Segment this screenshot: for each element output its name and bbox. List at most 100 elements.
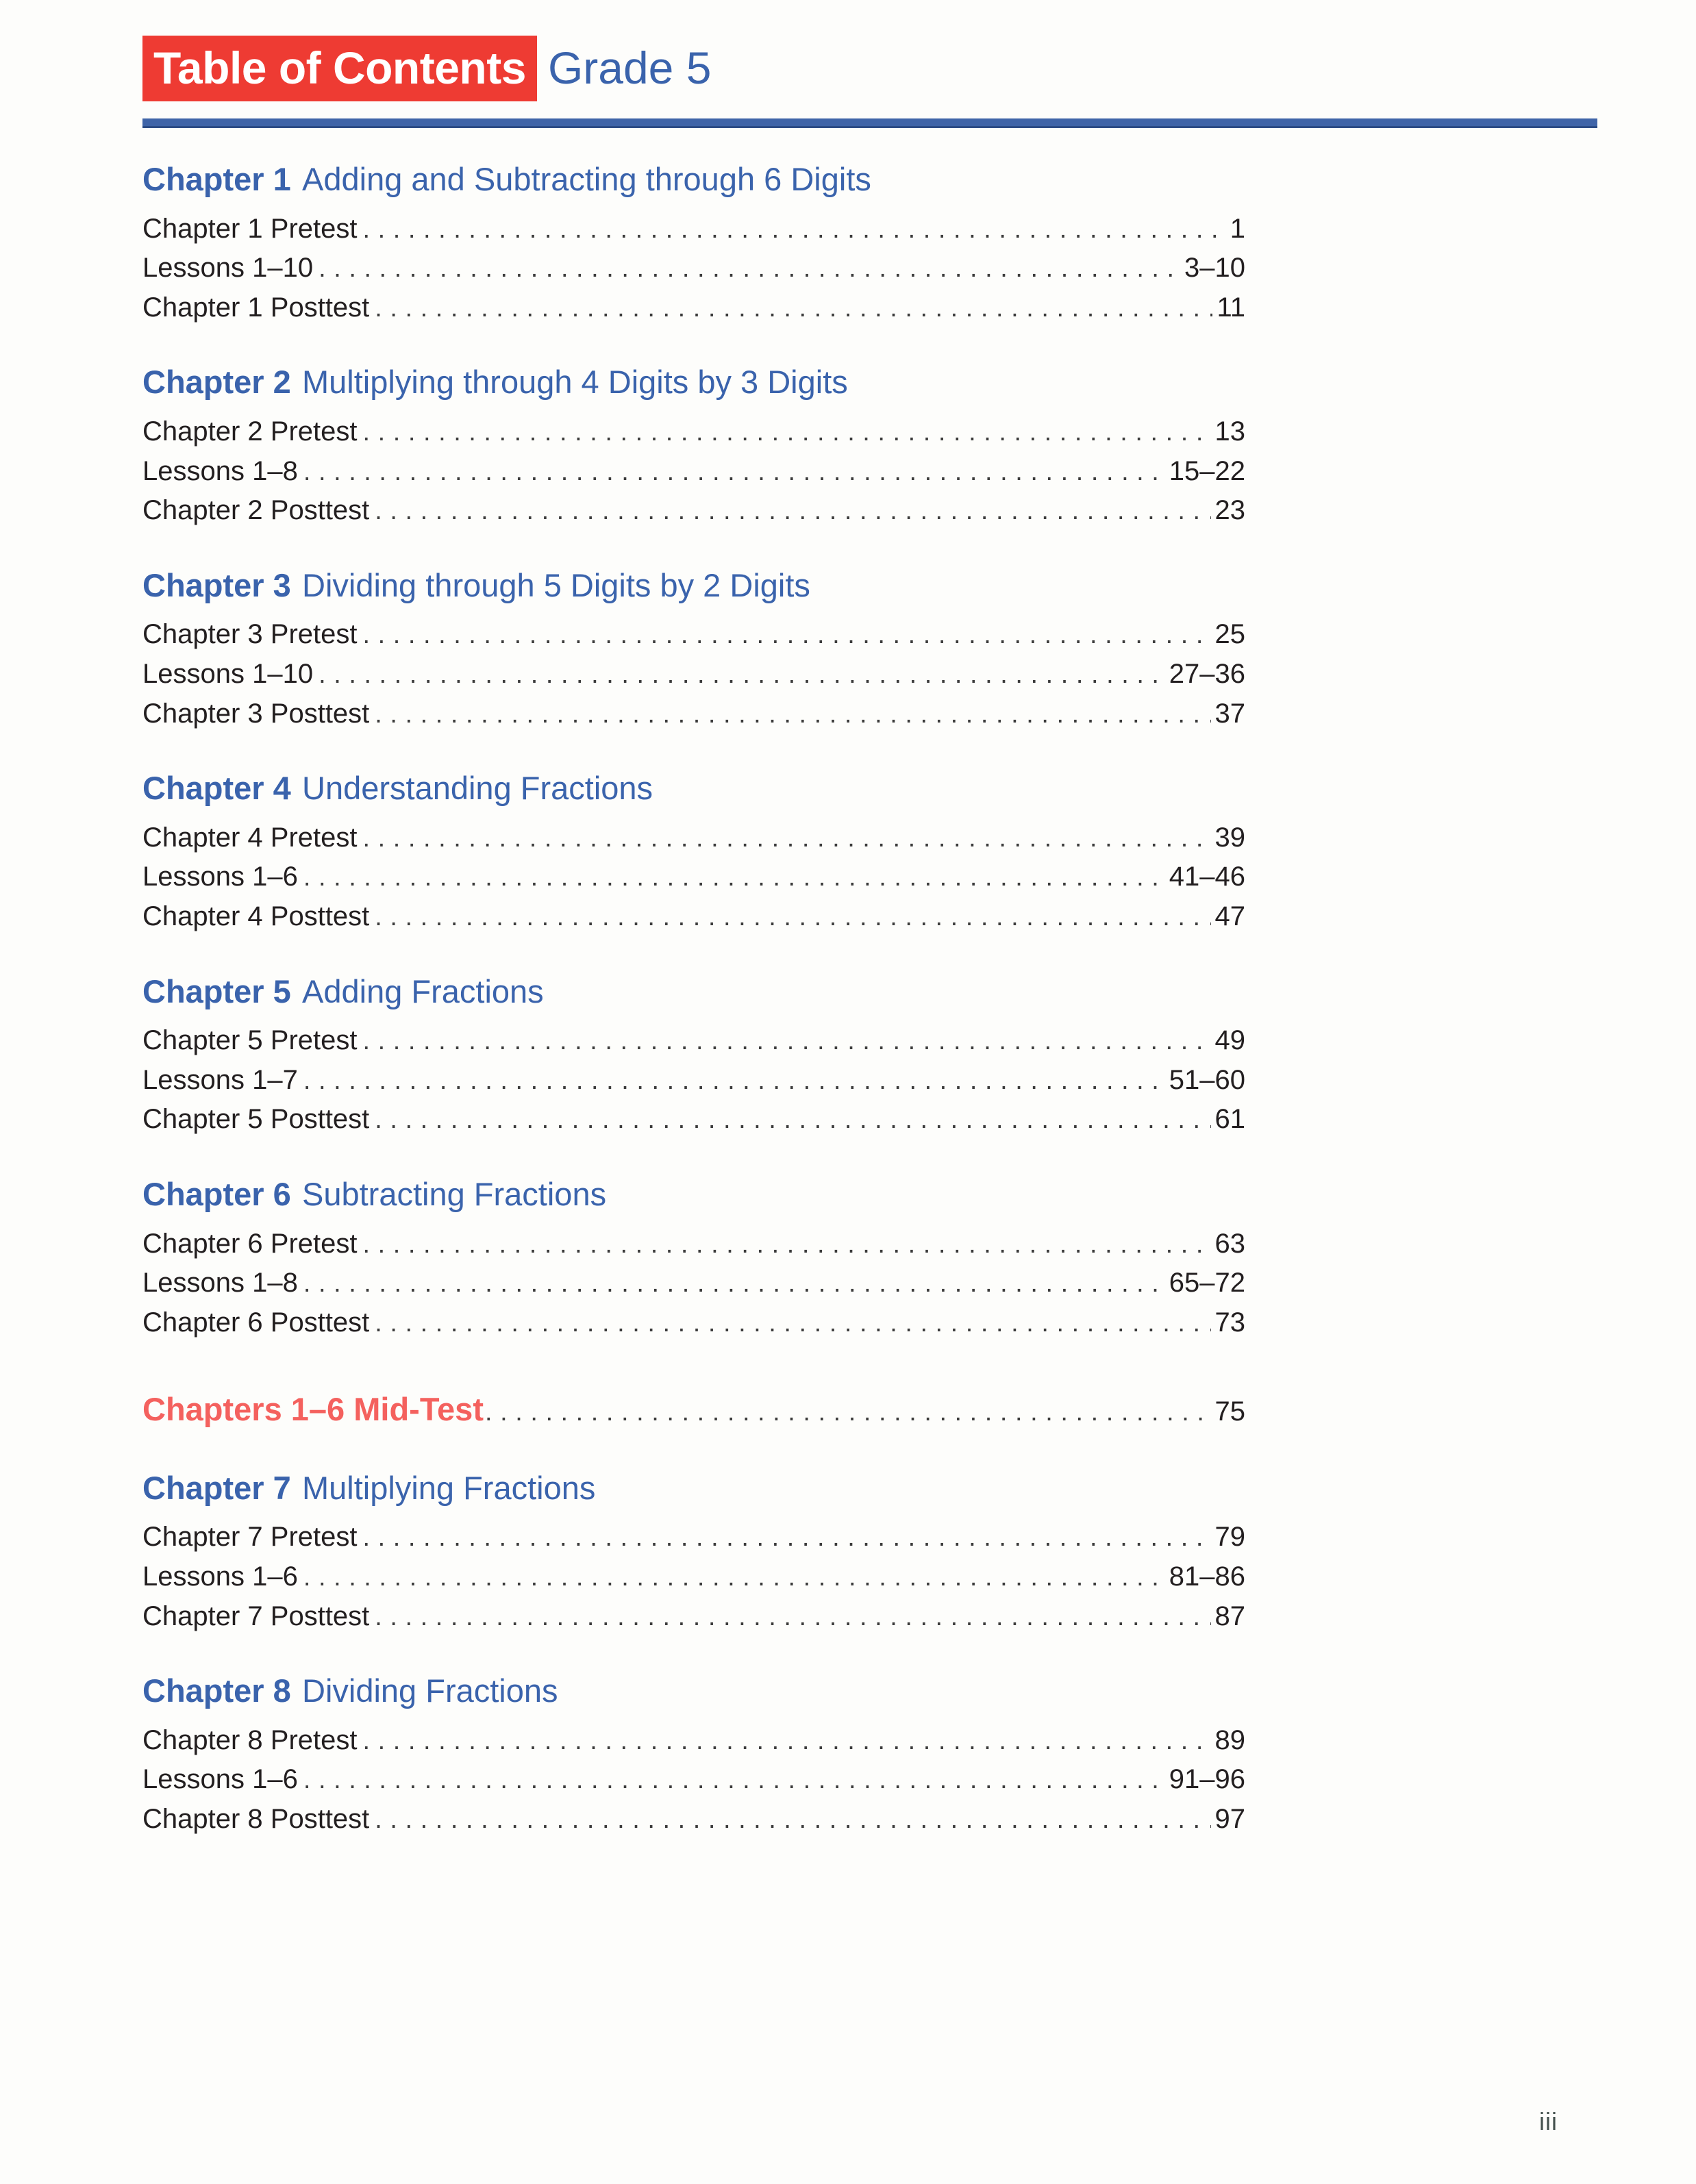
toc-entry[interactable]: Lessons 1–6. . . . . . . . . . . . . . .… xyxy=(142,1760,1245,1800)
toc-entry[interactable]: Lessons 1–6. . . . . . . . . . . . . . .… xyxy=(142,1557,1245,1597)
chapter-heading[interactable]: Chapter 4 Understanding Fractions xyxy=(142,770,1245,807)
entry-label: Chapter 6 Pretest xyxy=(142,1228,358,1259)
chapter-heading[interactable]: Chapter 3 Dividing through 5 Digits by 2 … xyxy=(142,566,1245,604)
toc-entry[interactable]: Lessons 1–10. . . . . . . . . . . . . . … xyxy=(142,655,1245,694)
entry-page-number: 23 xyxy=(1214,495,1246,526)
toc-entry[interactable]: Lessons 1–10. . . . . . . . . . . . . . … xyxy=(142,249,1245,288)
entry-page-number: 63 xyxy=(1214,1228,1246,1259)
entry-page-number: 51–60 xyxy=(1169,1064,1245,1095)
toc-entry[interactable]: Chapter 5 Posttest. . . . . . . . . . . … xyxy=(142,1100,1245,1140)
chapter-number-label: Chapter 8 xyxy=(142,1672,291,1709)
entry-page-number: 87 xyxy=(1214,1601,1246,1631)
entry-page-number: 79 xyxy=(1214,1522,1246,1553)
toc-entry[interactable]: Chapter 4 Posttest. . . . . . . . . . . … xyxy=(142,897,1245,937)
entry-label: Chapter 5 Pretest xyxy=(142,1025,358,1056)
entry-page-number: 41–46 xyxy=(1169,862,1245,892)
entry-page-number: 3–10 xyxy=(1184,253,1245,284)
toc-entry[interactable]: Chapter 7 Posttest. . . . . . . . . . . … xyxy=(142,1597,1245,1637)
chapter-block: Chapter 3 Dividing through 5 Digits by 2 … xyxy=(142,566,1245,734)
entry-label: Lessons 1–6 xyxy=(142,862,298,892)
chapter-number-label: Chapter 5 xyxy=(142,972,291,1009)
entry-page-number: 89 xyxy=(1214,1724,1246,1755)
dot-leader: . . . . . . . . . . . . . . . . . . . . … xyxy=(319,254,1180,284)
toc-entry[interactable]: Chapter 1 Posttest. . . . . . . . . . . … xyxy=(142,288,1245,328)
toc-page: Table of Contents Grade 5 Chapter 1 Addin… xyxy=(0,0,1696,2184)
contents-list: Chapter 1 Adding and Subtracting through … xyxy=(142,161,1245,1877)
entry-label: Chapter 5 Posttest xyxy=(142,1104,370,1135)
dot-leader: . . . . . . . . . . . . . . . . . . . . … xyxy=(375,1602,1210,1631)
entry-label: Chapter 8 Pretest xyxy=(142,1724,358,1755)
chapter-title: Adding Fractions xyxy=(302,972,544,1009)
entry-page-number: 91–96 xyxy=(1169,1764,1245,1795)
entry-page-number: 61 xyxy=(1214,1104,1246,1135)
entry-label: Chapter 2 Posttest xyxy=(142,495,370,526)
toc-entry[interactable]: Chapter 4 Pretest. . . . . . . . . . . .… xyxy=(142,818,1245,858)
chapter-title: Understanding Fractions xyxy=(302,770,653,807)
toc-entry[interactable]: Chapter 2 Pretest. . . . . . . . . . . .… xyxy=(142,412,1245,452)
dot-leader: . . . . . . . . . . . . . . . . . . . . … xyxy=(375,1105,1210,1135)
toc-entry[interactable]: Chapter 1 Pretest. . . . . . . . . . . .… xyxy=(142,210,1245,249)
midtest-block: Chapters 1–6 Mid-Test . . . . . . . . . … xyxy=(142,1390,1245,1429)
entry-page-number: 81–86 xyxy=(1169,1561,1245,1592)
chapter-heading[interactable]: Chapter 1 Adding and Subtracting through … xyxy=(142,161,1245,198)
chapter-number-label: Chapter 2 xyxy=(142,364,291,401)
folio-page-number: iii xyxy=(1539,2107,1558,2135)
toc-entry[interactable]: Chapter 7 Pretest. . . . . . . . . . . .… xyxy=(142,1518,1245,1557)
chapter-title: Multiplying through 4 Digits by 3 Digits xyxy=(302,364,848,401)
entry-label: Chapter 8 Posttest xyxy=(142,1804,370,1835)
toc-entry[interactable]: Chapter 6 Posttest. . . . . . . . . . . … xyxy=(142,1303,1245,1343)
chapter-title: Dividing through 5 Digits by 2 Digits xyxy=(302,566,810,603)
chapter-title: Adding and Subtracting through 6 Digits xyxy=(302,161,871,197)
dot-leader: . . . . . . . . . . . . . . . . . . . . … xyxy=(362,1229,1211,1259)
toc-entry[interactable]: Lessons 1–6. . . . . . . . . . . . . . .… xyxy=(142,857,1245,897)
chapter-heading[interactable]: Chapter 7 Multiplying Fractions xyxy=(142,1470,1245,1507)
grade-label: Grade 5 xyxy=(547,42,712,93)
chapter-title: Dividing Fractions xyxy=(302,1672,558,1709)
entry-page-number: 73 xyxy=(1214,1307,1246,1338)
toc-entry[interactable]: Lessons 1–8. . . . . . . . . . . . . . .… xyxy=(142,1264,1245,1303)
dot-leader: . . . . . . . . . . . . . . . . . . . . … xyxy=(362,214,1226,244)
dot-leader: . . . . . . . . . . . . . . . . . . . . … xyxy=(375,699,1210,729)
entry-label: Chapter 6 Posttest xyxy=(142,1307,370,1338)
dot-leader: . . . . . . . . . . . . . . . . . . . . … xyxy=(362,1726,1211,1755)
entry-page-number: 1 xyxy=(1230,213,1245,244)
dot-leader: . . . . . . . . . . . . . . . . . . . . … xyxy=(303,457,1165,486)
toc-entry[interactable]: Chapter 8 Posttest. . . . . . . . . . . … xyxy=(142,1800,1245,1840)
chapter-heading[interactable]: Chapter 8 Dividing Fractions xyxy=(142,1673,1245,1709)
entry-label: Chapter 3 Pretest xyxy=(142,619,358,650)
toc-entry[interactable]: Chapter 8 Pretest. . . . . . . . . . . .… xyxy=(142,1721,1245,1761)
entry-label: Chapter 4 Pretest xyxy=(142,822,358,853)
entry-label: Lessons 1–6 xyxy=(142,1561,298,1592)
chapter-number-label: Chapter 3 xyxy=(142,566,291,603)
chapter-title: Subtracting Fractions xyxy=(302,1176,607,1213)
header-rule xyxy=(142,118,1597,128)
toc-entry[interactable]: Lessons 1–8. . . . . . . . . . . . . . .… xyxy=(142,452,1245,492)
toc-entry[interactable]: Chapter 3 Posttest. . . . . . . . . . . … xyxy=(142,694,1245,734)
entry-page-number: 27–36 xyxy=(1169,659,1245,690)
entry-page-number: 65–72 xyxy=(1169,1268,1245,1298)
midtest-row[interactable]: Chapters 1–6 Mid-Test . . . . . . . . . … xyxy=(142,1390,1245,1429)
toc-entry[interactable]: Lessons 1–7. . . . . . . . . . . . . . .… xyxy=(142,1061,1245,1101)
toc-entry[interactable]: Chapter 3 Pretest. . . . . . . . . . . .… xyxy=(142,615,1245,655)
chapter-block: Chapter 6 Subtracting Fractions Chapter 6 … xyxy=(142,1176,1245,1343)
entry-label: Chapter 1 Posttest xyxy=(142,292,370,323)
chapter-heading[interactable]: Chapter 5 Adding Fractions xyxy=(142,972,1245,1010)
chapter-heading[interactable]: Chapter 2 Multiplying through 4 Digits by… xyxy=(142,364,1245,401)
chapter-block: Chapter 1 Adding and Subtracting through … xyxy=(142,161,1245,328)
entry-label: Chapter 1 Pretest xyxy=(142,213,358,244)
entry-label: Chapter 2 Pretest xyxy=(142,416,358,447)
toc-entry[interactable]: Chapter 2 Posttest. . . . . . . . . . . … xyxy=(142,491,1245,531)
dot-leader: . . . . . . . . . . . . . . . . . . . . … xyxy=(362,1027,1211,1056)
toc-entry[interactable]: Chapter 5 Pretest. . . . . . . . . . . .… xyxy=(142,1021,1245,1061)
chapter-number-label: Chapter 6 xyxy=(142,1176,291,1213)
entry-label: Chapter 7 Pretest xyxy=(142,1522,358,1553)
chapter-number-label: Chapter 7 xyxy=(142,1469,291,1506)
entry-page-number: 97 xyxy=(1214,1804,1246,1835)
chapter-heading[interactable]: Chapter 6 Subtracting Fractions xyxy=(142,1176,1245,1213)
dot-leader: . . . . . . . . . . . . . . . . . . . . … xyxy=(303,863,1165,892)
toc-entry[interactable]: Chapter 6 Pretest. . . . . . . . . . . .… xyxy=(142,1225,1245,1264)
chapter-number-label: Chapter 1 xyxy=(142,161,291,197)
entry-label: Lessons 1–8 xyxy=(142,1268,298,1298)
dot-leader: . . . . . . . . . . . . . . . . . . . . … xyxy=(375,903,1210,932)
dot-leader: . . . . . . . . . . . . . . . . . . . . … xyxy=(303,1066,1165,1095)
